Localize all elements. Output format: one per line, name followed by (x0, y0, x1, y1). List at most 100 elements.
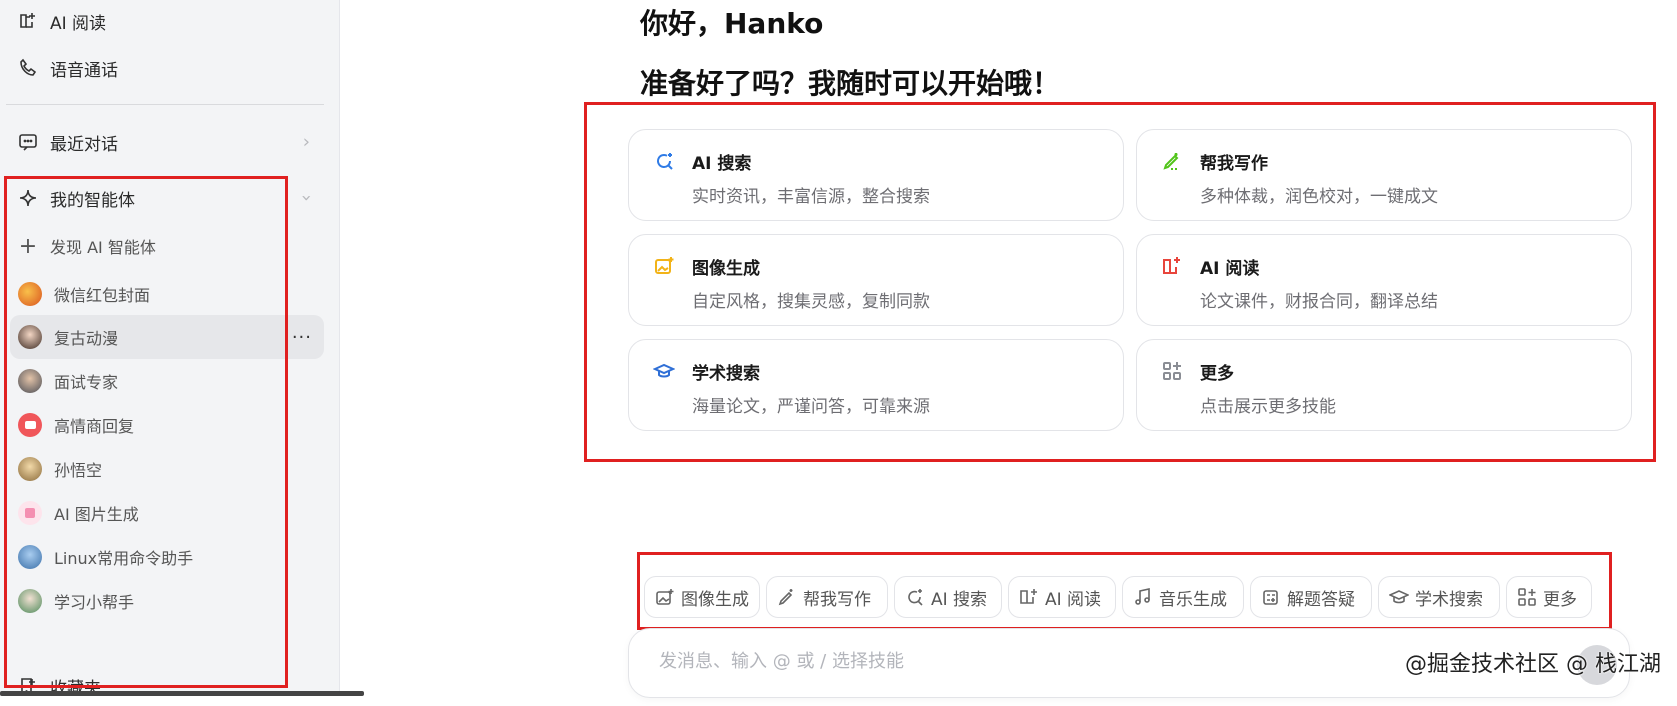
avatar (18, 589, 42, 613)
discover-agents-button[interactable]: + 发现 AI 智能体 (10, 226, 324, 266)
sidebar-item-recent-chats[interactable]: 最近对话 › (10, 122, 324, 162)
sidebar-divider (6, 104, 324, 105)
book-icon (18, 11, 38, 31)
skill-card-ai-search[interactable]: AI 搜索 实时资讯，丰富信源，整合搜索 (628, 129, 1124, 221)
avatar (18, 325, 42, 349)
chip-label: AI 搜索 (931, 589, 988, 610)
calculator-icon (1263, 590, 1278, 605)
chip-problem-solving[interactable]: 解题答疑 (1250, 576, 1372, 618)
card-title: AI 搜索 (692, 154, 752, 174)
card-title: 帮我写作 (1200, 154, 1268, 174)
pen-icon (778, 589, 793, 606)
phone-icon (18, 58, 38, 78)
agent-label: Linux常用命令助手 (54, 549, 194, 568)
card-title: 学术搜索 (692, 364, 760, 384)
sidebar-item-my-agents[interactable]: 我的智能体 › (10, 178, 324, 218)
agent-label: 复古动漫 (54, 329, 119, 348)
agent-item[interactable]: 面试专家 (10, 359, 324, 403)
agent-item[interactable]: 学习小帮手 (10, 579, 324, 623)
book-icon (1163, 257, 1180, 274)
card-title: 更多 (1200, 364, 1234, 384)
chip-label: 学术搜索 (1415, 589, 1483, 610)
agent-label: 学习小帮手 (54, 593, 135, 612)
card-subtitle: 论文课件，财报合同，翻译总结 (1200, 292, 1438, 312)
image-icon (655, 257, 674, 274)
chip-label: 图像生成 (681, 589, 749, 610)
message-input[interactable] (659, 651, 1259, 672)
avatar (18, 457, 42, 481)
avatar (18, 545, 42, 569)
chip-label: 音乐生成 (1159, 589, 1227, 610)
music-icon (1135, 588, 1150, 605)
sparkle-icon (18, 188, 38, 208)
chip-ai-search[interactable]: AI 搜索 (894, 576, 1002, 618)
avatar (18, 413, 42, 437)
card-title: 图像生成 (692, 259, 760, 279)
chip-label: 更多 (1543, 589, 1577, 610)
horizontal-scrollbar[interactable] (0, 691, 364, 696)
graduation-icon (1389, 590, 1409, 604)
search-icon (657, 153, 673, 170)
chip-ai-reading[interactable]: AI 阅读 (1008, 576, 1116, 618)
skill-card-ai-reading[interactable]: AI 阅读 论文课件，财报合同，翻译总结 (1136, 234, 1632, 326)
chip-label: 帮我写作 (803, 589, 871, 610)
sidebar: AI 阅读 语音通话 最近对话 › 我的智能体 › + 发现 AI 智能体 微信… (0, 0, 364, 699)
chip-label: AI 阅读 (1045, 589, 1102, 610)
avatar (18, 369, 42, 393)
agent-item[interactable]: Linux常用命令助手 (10, 535, 324, 579)
image-icon (25, 508, 35, 518)
watermark: @掘金技术社区 @ 栈江湖 (1405, 652, 1661, 677)
avatar (18, 501, 42, 525)
chip-label: 解题答疑 (1287, 589, 1355, 610)
grid-icon (1518, 588, 1536, 606)
agent-label: 高情商回复 (54, 417, 135, 436)
greeting-title: 你好，Hanko (640, 7, 824, 40)
sidebar-item-ai-reading[interactable]: AI 阅读 (10, 1, 324, 41)
agent-item[interactable]: 微信红包封面 (10, 272, 324, 316)
chip-music-gen[interactable]: 音乐生成 (1122, 576, 1244, 618)
chevron-right-icon: › (302, 131, 310, 153)
chat-icon (18, 132, 38, 152)
chip-academic-search[interactable]: 学术搜索 (1378, 576, 1500, 618)
plus-icon: + (18, 233, 38, 259)
more-options-icon[interactable]: ··· (292, 327, 312, 348)
card-subtitle: 多种体裁，润色校对，一键成文 (1200, 187, 1438, 207)
book-icon (1020, 589, 1037, 604)
message-icon (24, 421, 36, 429)
chevron-down-icon: › (295, 194, 317, 202)
agent-item[interactable]: AI 图片生成 (10, 491, 324, 535)
card-subtitle: 实时资讯，丰富信源，整合搜索 (692, 187, 930, 207)
skill-card-image-gen[interactable]: 图像生成 自定风格，搜集灵感，复制同款 (628, 234, 1124, 326)
card-subtitle: 自定风格，搜集灵感，复制同款 (692, 292, 930, 312)
sidebar-item-voice-call[interactable]: 语音通话 (10, 48, 324, 88)
agent-label: 面试专家 (54, 373, 119, 392)
pen-icon (1163, 153, 1179, 170)
sidebar-item-label: AI 阅读 (50, 13, 107, 34)
chip-more[interactable]: 更多 (1506, 576, 1592, 618)
agent-label: 微信红包封面 (54, 286, 151, 305)
agent-item[interactable]: 高情商回复 (10, 403, 324, 447)
agent-label: AI 图片生成 (54, 505, 139, 524)
card-subtitle: 点击展示更多技能 (1200, 397, 1336, 417)
card-subtitle: 海量论文，严谨问答，可靠来源 (692, 397, 930, 417)
chip-image-gen[interactable]: 图像生成 (644, 576, 760, 618)
skill-card-more[interactable]: 更多 点击展示更多技能 (1136, 339, 1632, 431)
skill-card-writing[interactable]: 帮我写作 多种体裁，润色校对，一键成文 (1136, 129, 1632, 221)
skill-card-academic-search[interactable]: 学术搜索 海量论文，严谨问答，可靠来源 (628, 339, 1124, 431)
agent-item-active[interactable]: 复古动漫 ··· (10, 315, 324, 359)
image-icon (656, 589, 674, 605)
agent-item[interactable]: 孙悟空 (10, 447, 324, 491)
sidebar-item-label: 我的智能体 (50, 190, 135, 211)
sidebar-item-label: 语音通话 (50, 60, 118, 81)
search-icon (908, 589, 923, 606)
sidebar-item-favorites[interactable]: 收藏夹 (10, 666, 324, 706)
sidebar-item-label: 最近对话 (50, 134, 118, 155)
card-title: AI 阅读 (1200, 259, 1260, 279)
sidebar-item-label: 发现 AI 智能体 (50, 238, 156, 257)
graduation-icon (653, 363, 675, 378)
chip-writing[interactable]: 帮我写作 (766, 576, 888, 618)
avatar (18, 282, 42, 306)
grid-icon (1163, 362, 1181, 380)
agent-label: 孙悟空 (54, 461, 103, 480)
greeting-prompt: 准备好了吗？我随时可以开始哦！ (640, 67, 1061, 100)
